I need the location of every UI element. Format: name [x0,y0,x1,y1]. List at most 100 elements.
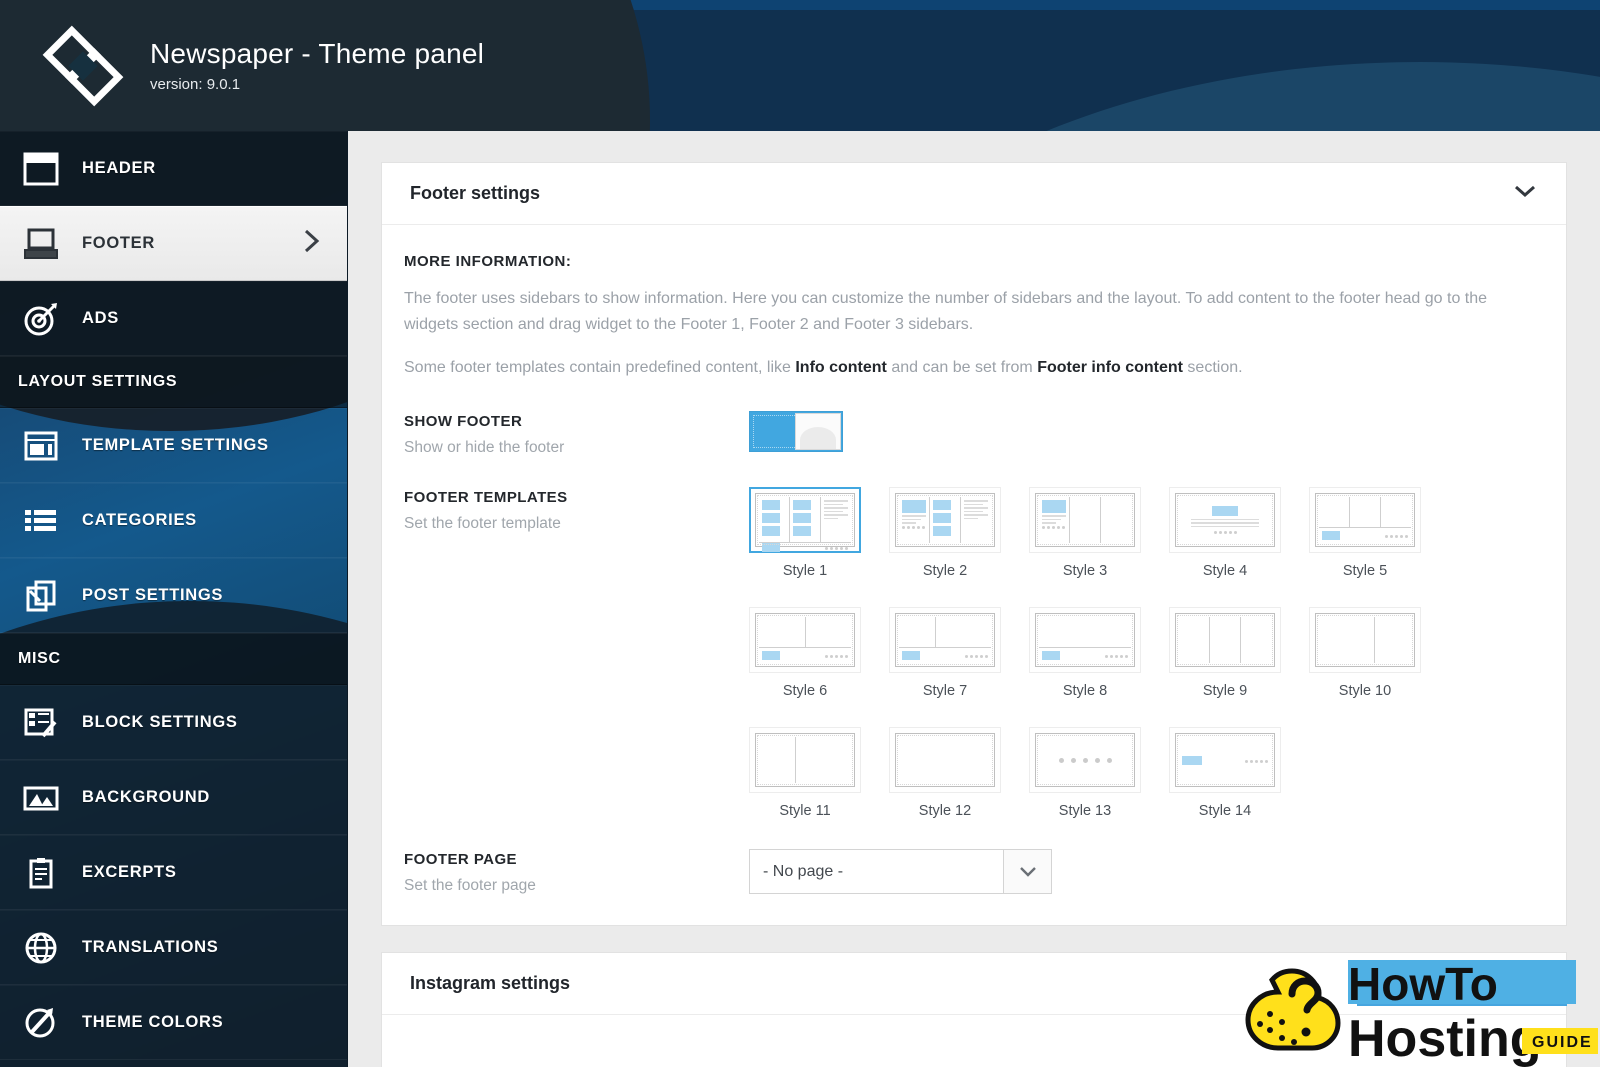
footer-templates-label: FOOTER TEMPLATES [404,489,568,507]
footer-template-grid: Style 1 Style 2 Style 3 Style 4 Style 5 … [749,487,1529,819]
p2-pre: Some footer templates contain predefined… [404,358,796,376]
panel-title: Instagram settings [410,973,571,994]
sidebar-item-translations[interactable]: TRANSLATIONS [0,910,347,985]
sidebar-item-label: ADS [82,309,119,327]
show-footer-toggle[interactable] [749,411,843,453]
template-option-style-14[interactable]: Style 14 [1169,727,1281,819]
footer-page-sublabel: Set the footer page [404,877,536,895]
sidebar-item-post-settings[interactable]: POST SETTINGS [0,558,347,633]
documents-pencil-icon [14,579,68,613]
template-thumbnail[interactable] [889,607,1001,674]
header-curve-light [770,62,1600,131]
main-content: Footer settings MORE INFORMATION: The fo… [348,131,1600,1067]
sidebar-item-label: CATEGORIES [82,511,197,529]
theme-panel-app: Newspaper - Theme panel version: 9.0.1 H… [0,0,1600,1067]
template-option-style-3[interactable]: Style 3 [1029,487,1141,579]
sidebar-group-layout: LAYOUT SETTINGS [0,356,347,408]
template-caption: Style 12 [918,803,972,820]
list-icon [14,504,68,538]
template-option-style-10[interactable]: Style 10 [1309,607,1421,699]
p2-post: section. [1182,358,1243,376]
template-option-style-7[interactable]: Style 7 [889,607,1001,699]
footer-laptop-icon [14,227,68,261]
footer-settings-header[interactable]: Footer settings [382,163,1566,225]
sidebar-item-block-settings[interactable]: BLOCK SETTINGS [0,685,347,760]
template-caption: Style 10 [1338,683,1392,700]
template-thumbnail[interactable] [1029,487,1141,554]
p2-mid: and can be set from [886,358,1038,376]
show-footer-row: SHOW FOOTER Show or hide the footer [404,411,1538,457]
sidebar-item-label: EXCERPTS [82,863,177,881]
sidebar-item-categories[interactable]: CATEGORIES [0,483,347,558]
watermark-logo: HowTo Hosting GUIDE [1245,958,1598,1067]
template-option-style-8[interactable]: Style 8 [1029,607,1141,699]
footer-page-row: FOOTER PAGE Set the footer page - No pag… [404,849,1538,895]
template-thumbnail[interactable] [1169,487,1281,554]
template-option-style-9[interactable]: Style 9 [1169,607,1281,699]
toggle-knob [795,413,841,451]
template-thumbnail[interactable] [1309,487,1421,554]
grid-pencil-icon [14,706,68,740]
chevron-down-icon[interactable] [1003,850,1051,894]
template-option-style-13[interactable]: Style 13 [1029,727,1141,819]
sidebar-item-label: BACKGROUND [82,788,210,806]
template-caption: Style 4 [1202,563,1248,580]
template-option-style-1[interactable]: Style 1 [749,487,861,579]
template-thumbnail[interactable] [1169,607,1281,674]
sidebar-item-label: TRANSLATIONS [82,938,219,956]
template-thumbnail[interactable] [1029,727,1141,794]
footer-templates-sublabel: Set the footer template [404,515,561,533]
template-caption: Style 11 [779,803,831,820]
template-thumbnail[interactable] [889,487,1001,554]
template-option-style-12[interactable]: Style 12 [889,727,1001,819]
show-footer-sublabel: Show or hide the footer [404,439,565,457]
template-option-style-11[interactable]: Style 11 [749,727,861,819]
sidebar-item-excerpts[interactable]: EXCERPTS [0,835,347,910]
sidebar-item-footer[interactable]: FOOTER [0,206,347,281]
sidebar-item-template-settings[interactable]: TEMPLATE SETTINGS [0,408,347,483]
template-caption: Style 1 [782,563,828,580]
template-thumbnail[interactable] [1309,607,1421,674]
template-thumbnail[interactable] [749,727,861,794]
template-caption: Style 3 [1062,563,1108,580]
app-header: Newspaper - Theme panel version: 9.0.1 [0,0,1600,131]
sidebar-item-label: POST SETTINGS [82,586,224,604]
diamond-logo-icon [42,25,124,106]
clipboard-icon [14,856,68,890]
footer-info-content-term: Footer info content [1037,358,1183,376]
chevron-down-icon[interactable] [1512,183,1538,204]
target-ads-icon [14,302,68,336]
template-thumbnail[interactable] [1169,727,1281,794]
footer-page-value: - No page - [763,862,844,880]
paintbrush-icon [14,1006,68,1040]
template-option-style-4[interactable]: Style 4 [1169,487,1281,579]
sidebar-item-background[interactable]: BACKGROUND [0,760,347,835]
sidebar-item-ads[interactable]: ADS [0,281,347,356]
template-caption: Style 9 [1202,683,1248,700]
template-option-style-6[interactable]: Style 6 [749,607,861,699]
sidebar-item-header[interactable]: HEADER [0,131,347,206]
sidebar-item-label: THEME COLORS [82,1013,224,1031]
template-thumbnail[interactable] [749,487,861,554]
version-label: version: 9.0.1 [150,76,241,93]
sidebar-item-label: BLOCK SETTINGS [82,713,238,731]
template-option-style-2[interactable]: Style 2 [889,487,1001,579]
template-thumbnail[interactable] [889,727,1001,794]
image-mountain-icon [14,781,68,815]
watermark-badge: GUIDE [1532,1034,1593,1051]
chevron-right-icon [303,227,321,260]
sidebar-item-label: TEMPLATE SETTINGS [82,436,269,454]
template-caption: Style 13 [1058,803,1112,820]
template-caption: Style 2 [922,563,968,580]
footer-page-select[interactable]: - No page - [749,849,1052,895]
sidebar-item-theme-colors[interactable]: THEME COLORS [0,985,347,1060]
browser-window-icon [14,429,68,463]
info-paragraph-2: Some footer templates contain predefined… [404,355,1494,381]
question-cloud-icon [1245,968,1341,1051]
template-thumbnail[interactable] [749,607,861,674]
template-thumbnail[interactable] [1029,607,1141,674]
template-option-style-5[interactable]: Style 5 [1309,487,1421,579]
sidebar-item-label: FOOTER [82,234,155,252]
sidebar-group-misc: MISC [0,633,347,685]
more-information-title: MORE INFORMATION: [404,253,572,270]
